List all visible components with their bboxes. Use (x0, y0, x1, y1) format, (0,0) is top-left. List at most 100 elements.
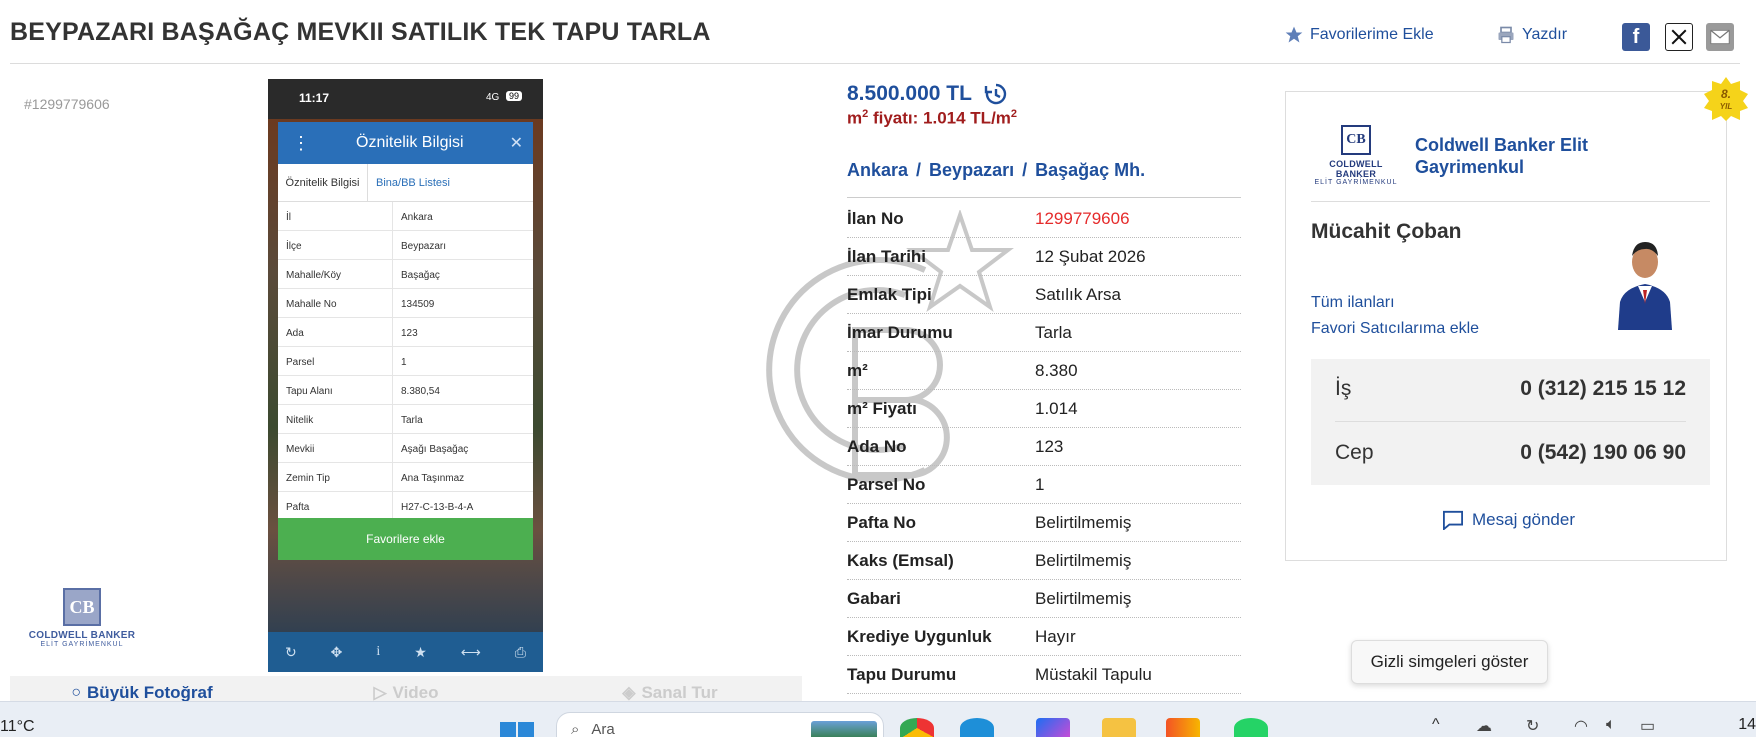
facebook-share-button[interactable]: f (1622, 23, 1650, 51)
popup-row: Mahalle No 134509 (278, 289, 533, 318)
file-explorer-icon[interactable] (1102, 718, 1136, 737)
mobile-phone-row[interactable]: Cep 0 (542) 190 06 90 (1335, 441, 1686, 465)
popup-row-key: Tapu Alanı (278, 376, 393, 404)
wifi-icon[interactable]: ◠ (1574, 716, 1588, 736)
start-icon[interactable] (500, 722, 534, 737)
chrome-icon[interactable] (900, 718, 934, 737)
popup-row: Zemin Tip Ana Taşınmaz (278, 463, 533, 492)
detail-key: Tapu Durumu (847, 664, 957, 684)
popup-row-key: Mahalle No (278, 289, 393, 317)
phone-status-bar: 11:17 4G 99 (268, 79, 543, 119)
detail-value: 123 (1035, 436, 1064, 456)
detail-key: İlan Tarihi (847, 246, 927, 266)
detail-value: Satılık Arsa (1035, 284, 1121, 304)
location-breadcrumb: Ankara / Beypazarı / Başağaç Mh. (847, 160, 1145, 181)
popup-row-value: Ankara (401, 212, 433, 223)
weather-widget[interactable]: 11°C (0, 718, 35, 736)
company-name[interactable]: Coldwell Banker Elit Gayrimenkul (1415, 134, 1615, 178)
badge-label: YIL (1720, 102, 1733, 111)
company-logo-mark: CB (1341, 125, 1371, 155)
popup-row-key: İlçe (278, 231, 393, 259)
popup-row-key: Pafta (278, 492, 393, 520)
add-favorite-seller-link[interactable]: Favori Satıcılarıma ekle (1311, 320, 1479, 338)
mobile-phone-label: Cep (1335, 441, 1374, 464)
popup-row-key: Mahalle/Köy (278, 260, 393, 288)
price-history-icon[interactable] (984, 82, 1008, 106)
x-share-button[interactable] (1665, 23, 1693, 51)
detail-value: Hayır (1035, 626, 1076, 646)
breadcrumb-neighborhood[interactable]: Başağaç Mh. (1035, 160, 1145, 180)
detail-row: Krediye Uygunluk Hayır (847, 618, 1241, 656)
detail-row: Ada No 123 (847, 428, 1241, 466)
coldwell-banker-logo: CB COLDWELL BANKER ELİT GAYRİMENKUL (26, 588, 138, 648)
search-placeholder: Ara (591, 721, 615, 737)
badge-years: 8. (1721, 87, 1731, 101)
detail-row: Emlak Tipi Satılık Arsa (847, 276, 1241, 314)
all-listings-link[interactable]: Tüm ilanları (1311, 294, 1395, 312)
tab-virtual-tour[interactable]: ◈ Sanal Tur (538, 676, 802, 702)
popup-rows: İl Ankara İlçe Beypazarı Mahalle/Köy Başağaç M… (278, 202, 533, 521)
add-favorite-label: Favorilerime Ekle (1310, 26, 1434, 43)
detail-key: m² (847, 360, 868, 380)
send-message-button[interactable]: Mesaj gönder (1442, 510, 1575, 530)
listing-details-table: İlan No 1299779606 İlan Tarihi 12 Şubat 202… (847, 200, 1241, 694)
show-hidden-icons-button[interactable]: ^ (1432, 716, 1440, 734)
breadcrumb-district[interactable]: Beypazarı (929, 160, 1014, 180)
popup-row-key: Zemin Tip (278, 463, 393, 491)
volume-icon[interactable]: 🔈︎ (1606, 716, 1616, 734)
popup-title: Öznitelik Bilgisi (356, 134, 464, 151)
clock[interactable]: 14 (1738, 716, 1756, 734)
price-value: 8.500.000 TL (847, 82, 972, 105)
work-phone-row[interactable]: İş 0 (312) 215 15 12 (1335, 377, 1686, 401)
detail-row: İlan No 1299779606 (847, 200, 1241, 238)
tab-large-photo[interactable]: ○ Büyük Fotoğraf (10, 676, 274, 702)
price-m2-prefix: m (847, 108, 863, 128)
detail-key: Pafta No (847, 512, 916, 532)
detail-key: İlan No (847, 208, 904, 228)
info-icon: i (376, 644, 381, 659)
popup-row-value: 134509 (401, 299, 435, 310)
listing-photo[interactable]: 11:17 4G 99 ⋮ Öznitelik Bilgisi ✕ Öznite… (268, 79, 543, 672)
mail-share-button[interactable] (1706, 23, 1734, 51)
company-info[interactable]: CB COLDWELL BANKER ELİT GAYRİMENKUL Cold… (1311, 125, 1615, 186)
detail-value: 1299779606 (1035, 208, 1130, 228)
taskbar-search[interactable]: ⌕ Ara (556, 712, 884, 737)
popup-row-key: Nitelik (278, 405, 393, 433)
cloud-icon[interactable]: ☁ (1476, 716, 1492, 736)
photos-icon[interactable] (1166, 718, 1200, 737)
work-phone-number[interactable]: 0 (312) 215 15 12 (1520, 377, 1686, 401)
detail-value: 8.380 (1035, 360, 1078, 380)
phone-time: 11:17 (299, 91, 330, 105)
detail-value: Müstakil Tapulu (1035, 664, 1152, 684)
listing-title: BEYPAZARI BAŞAĞAÇ MEVKII SATILIK TEK TAP… (10, 18, 711, 46)
breadcrumb-city[interactable]: Ankara (847, 160, 908, 180)
detail-value: Tarla (1035, 322, 1072, 342)
price: 8.500.000 TL (847, 82, 1008, 106)
media-tabs: ○ Büyük Fotoğraf ▷ Video ◈ Sanal Tur (10, 676, 802, 702)
detail-row: İmar Durumu Tarla (847, 314, 1241, 352)
breadcrumb-separator: / (1022, 160, 1028, 180)
contact-phones: İş 0 (312) 215 15 12 Cep 0 (542) 190 06 … (1311, 359, 1710, 485)
phone-nav-bar: ↻ ✥ i ★ ⟷ ⎙ (268, 632, 543, 672)
tab-video[interactable]: ▷ Video (274, 676, 538, 702)
company-logo-name: COLDWELL BANKER (1329, 159, 1383, 179)
whatsapp-icon[interactable] (1234, 718, 1268, 737)
detail-key: İmar Durumu (847, 322, 953, 342)
tour-icon: ◈ (622, 682, 636, 702)
locate-icon: ✥ (330, 643, 343, 660)
sync-icon[interactable]: ↻ (1526, 716, 1539, 736)
copilot-icon[interactable] (1036, 718, 1070, 737)
detail-row: Kaks (Emsal) Belirtilmemiş (847, 542, 1241, 580)
detail-value: 1.014 (1035, 398, 1078, 418)
add-favorite-button[interactable]: Favorilerime Ekle (1284, 25, 1434, 45)
page: BEYPAZARI BAŞAĞAÇ MEVKII SATILIK TEK TAP… (0, 0, 1756, 737)
mobile-phone-number[interactable]: 0 (542) 190 06 90 (1520, 441, 1686, 465)
detail-key: m² Fiyatı (847, 398, 917, 418)
tab-virtual-tour-label: Sanal Tur (641, 682, 718, 702)
popup-row: Ada 123 (278, 318, 533, 347)
breadcrumb-separator: / (916, 160, 922, 180)
edge-icon[interactable] (960, 718, 994, 737)
battery-icon[interactable]: ▭ (1640, 716, 1655, 736)
popup-row-value: Ana Taşınmaz (401, 473, 465, 484)
print-button[interactable]: Yazdır (1496, 25, 1567, 45)
